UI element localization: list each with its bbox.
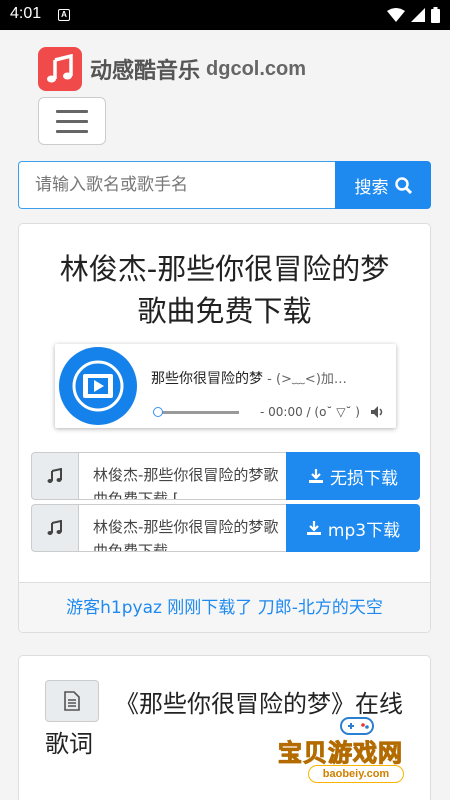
mp3-download-button[interactable]: mp3下载: [286, 504, 420, 552]
player-song-title: 那些你很冒险的梦 - (>﹏<)加…: [151, 368, 389, 388]
wifi-icon: [387, 8, 405, 22]
download-row-lossless: 林俊杰-那些你很冒险的梦歌曲免费下载 [ 无损下载: [31, 452, 420, 500]
song-page-title: 林俊杰-那些你很冒险的梦 歌曲免费下载: [19, 248, 430, 332]
status-icons: [387, 7, 440, 23]
watermark-url: baobeiy.com: [308, 765, 404, 783]
download-icon: [306, 521, 321, 535]
search-input[interactable]: [18, 161, 335, 209]
download-link-field[interactable]: 林俊杰-那些你很冒险的梦歌曲免费下载: [79, 504, 286, 552]
signal-icon: [411, 8, 425, 22]
title-line-1: 林俊杰-那些你很冒险的梦: [59, 252, 390, 286]
player-song-name: 那些你很冒险的梦: [151, 371, 263, 387]
music-note-icon: [31, 452, 79, 500]
site-domain: dgcol.com: [206, 57, 307, 80]
notification-icon: A: [58, 9, 70, 21]
download-row-mp3: 林俊杰-那些你很冒险的梦歌曲免费下载 mp3下载: [31, 504, 420, 552]
volume-icon[interactable]: [370, 405, 384, 419]
battery-icon: [431, 7, 440, 23]
play-icon[interactable]: [59, 347, 137, 425]
search-button-label: 搜索: [354, 177, 389, 198]
lossless-download-label: 无损下载: [330, 468, 398, 489]
download-link-field[interactable]: 林俊杰-那些你很冒险的梦歌曲免费下载 [: [79, 452, 286, 500]
progress-knob[interactable]: [153, 407, 163, 417]
search-icon: [394, 176, 412, 194]
watermark-text: 宝贝游戏网: [278, 739, 403, 768]
watermark-logo: 宝贝游戏网 baobeiy.com: [270, 715, 450, 800]
music-note-icon: [38, 47, 82, 91]
status-time: 4:01: [10, 5, 42, 22]
music-note-icon: [31, 504, 79, 552]
recent-download-notice[interactable]: 游客h1pyaz 刚刚下载了 刀郎-北方的天空: [19, 582, 430, 632]
download-icon: [309, 469, 323, 483]
progress-bar[interactable]: [157, 411, 239, 414]
mp3-download-label: mp3下载: [327, 520, 401, 541]
hamburger-icon[interactable]: [38, 97, 106, 145]
player-time: - 00:00 / (o˘ ▽˘ ): [260, 405, 360, 419]
site-brand[interactable]: 动感酷音乐 dgcol.com: [38, 47, 306, 91]
audio-player: 那些你很冒险的梦 - (>﹏<)加… - 00:00 / (o˘ ▽˘ ): [55, 344, 396, 428]
player-song-subtitle: - (>﹏<)加…: [263, 372, 347, 387]
title-line-2: 歌曲免费下载: [137, 294, 312, 328]
song-card: 林俊杰-那些你很冒险的梦 歌曲免费下载 那些你很冒险的梦 - (>﹏<)加… -…: [18, 223, 431, 633]
lossless-download-button[interactable]: 无损下载: [286, 452, 420, 500]
site-name: 动感酷音乐: [90, 59, 201, 84]
status-bar: 4:01 A: [0, 0, 450, 30]
search-bar: 搜索: [18, 161, 431, 209]
search-button[interactable]: 搜索: [335, 161, 431, 209]
